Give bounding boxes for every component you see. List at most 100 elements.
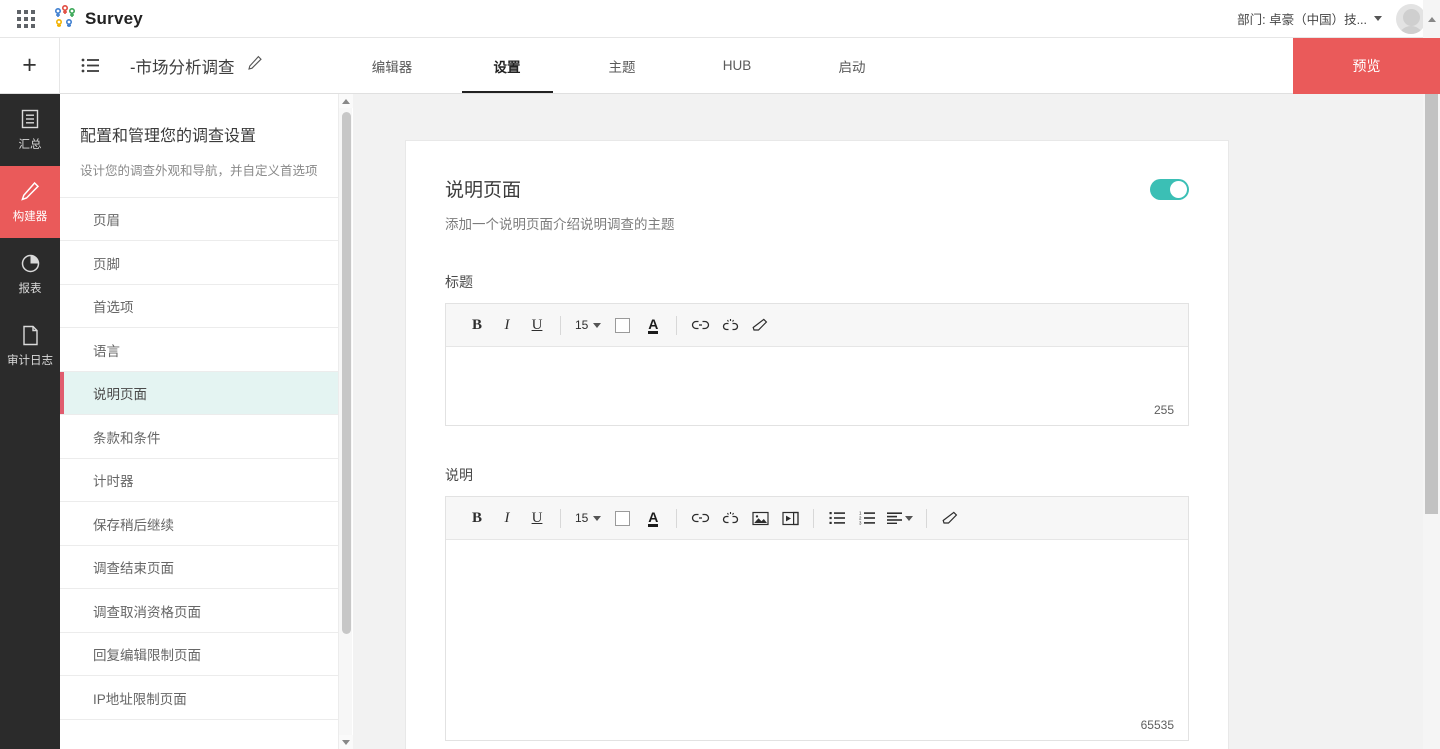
top-bar-right: 部门: 卓豪（中国）技... <box>1237 3 1440 34</box>
page-subtitle: 添加一个说明页面介绍说明调查的主题 <box>445 217 675 232</box>
pencil-icon[interactable] <box>247 55 263 76</box>
scroll-down-arrow-icon[interactable] <box>339 735 353 749</box>
description-input-area[interactable]: 65535 <box>446 540 1188 740</box>
clear-format-button[interactable] <box>745 310 775 340</box>
sidebar-item-header[interactable]: 页眉 <box>60 197 351 242</box>
title-input-area[interactable]: 255 <box>446 347 1188 425</box>
remove-link-button[interactable] <box>715 503 745 533</box>
tab-hub[interactable]: HUB <box>680 38 795 93</box>
font-size-select[interactable]: 15 <box>569 310 607 340</box>
left-rail: 汇总 构建器 报表 审计日志 <box>0 94 60 749</box>
settings-sidebar: 配置和管理您的调查设置 设计您的调查外观和导航，并自定义首选项 页眉 页脚 首选… <box>60 94 352 749</box>
main-tabs: 编辑器 设置 主题 HUB 启动 <box>335 38 910 93</box>
description-editor-toolbar: B I U 15 A 1 2 3 <box>446 497 1188 540</box>
sidebar-scrollbar-thumb[interactable] <box>341 112 351 634</box>
sidebar-subtitle: 设计您的调查外观和导航，并自定义首选项 <box>80 164 318 178</box>
top-bar: Survey 部门: 卓豪（中国）技... <box>0 0 1440 38</box>
survey-title-group: -市场分析调查 <box>120 38 263 93</box>
insert-link-button[interactable] <box>685 310 715 340</box>
numbered-list-button[interactable]: 1 2 3 <box>852 503 882 533</box>
preview-button[interactable]: 预览 <box>1293 38 1440 94</box>
tab-editor[interactable]: 编辑器 <box>335 38 450 93</box>
sidebar-scrollbar[interactable] <box>338 94 353 749</box>
survey-logo-icon <box>52 3 78 34</box>
bullet-list-button[interactable] <box>822 503 852 533</box>
insert-image-button[interactable] <box>745 503 775 533</box>
sidebar-item-terms-conditions[interactable]: 条款和条件 <box>60 415 351 459</box>
insert-link-button[interactable] <box>685 503 715 533</box>
italic-button[interactable]: I <box>492 503 522 533</box>
underline-button[interactable]: U <box>522 503 552 533</box>
sidebar-item-timer[interactable]: 计时器 <box>60 458 351 503</box>
sidebar-item-ip-restriction-page[interactable]: IP地址限制页面 <box>60 676 351 720</box>
summary-icon <box>20 108 40 130</box>
add-button[interactable]: + <box>0 38 60 93</box>
sidebar-item-language[interactable]: 语言 <box>60 328 351 372</box>
survey-toolbar: + -市场分析调查 编辑器 设置 主题 HUB 启动 预览 <box>0 38 1440 94</box>
title-editor: B I U 15 A 255 <box>445 303 1189 426</box>
department-selector[interactable]: 部门: 卓豪（中国）技... <box>1237 9 1382 28</box>
sidebar-title: 配置和管理您的调查设置 <box>80 128 257 145</box>
avatar[interactable] <box>1396 3 1426 34</box>
toolbar-divider <box>560 508 561 528</box>
tab-launch[interactable]: 启动 <box>795 38 910 93</box>
sidebar-item-end-page[interactable]: 调查结束页面 <box>60 545 351 590</box>
apps-grid-icon[interactable] <box>0 9 52 28</box>
instruction-page-toggle[interactable] <box>1150 179 1189 200</box>
clear-format-button[interactable] <box>935 503 965 533</box>
page-title: 说明页面 <box>445 180 522 201</box>
insert-video-button[interactable] <box>775 503 805 533</box>
bold-button[interactable]: B <box>462 310 492 340</box>
toggle-knob <box>1170 181 1187 198</box>
instruction-page-card: 说明页面 添加一个说明页面介绍说明调查的主题 标题 B I U 15 A 255… <box>405 140 1229 749</box>
rail-item-label: 汇总 <box>18 139 42 151</box>
pencil-icon <box>20 180 41 202</box>
toolbar-divider <box>926 508 928 528</box>
document-icon <box>21 324 40 346</box>
text-color-button[interactable]: A <box>638 310 668 340</box>
page-scrollbar-top-cap[interactable] <box>1423 0 1440 38</box>
pie-chart-icon <box>20 252 41 274</box>
description-editor: B I U 15 A 1 2 3 65535 <box>445 496 1189 741</box>
text-color-button[interactable]: A <box>638 503 668 533</box>
sidebar-item-footer[interactable]: 页脚 <box>60 241 351 285</box>
align-dropdown-button[interactable] <box>882 503 918 533</box>
page-scrollbar[interactable] <box>1423 94 1440 749</box>
title-editor-toolbar: B I U 15 A <box>446 304 1188 347</box>
font-size-value: 15 <box>575 511 589 525</box>
chevron-down-icon <box>1374 16 1382 21</box>
sidebar-item-response-edit-page[interactable]: 回复编辑限制页面 <box>60 632 351 677</box>
list-icon[interactable] <box>60 38 120 93</box>
survey-settings-app: Survey 部门: 卓豪（中国）技... + -市场分析调查 编辑器 设置 主… <box>0 0 1440 749</box>
description-field-label: 说明 <box>445 467 473 483</box>
rail-item-label: 构建器 <box>12 211 48 223</box>
sidebar-header: 配置和管理您的调查设置 设计您的调查外观和导航，并自定义首选项 <box>60 94 351 197</box>
rail-item-reports[interactable]: 报表 <box>0 238 60 310</box>
remove-link-button[interactable] <box>715 310 745 340</box>
underline-button[interactable]: U <box>522 310 552 340</box>
chevron-down-icon <box>593 322 602 328</box>
rail-item-label: 审计日志 <box>7 355 53 367</box>
sidebar-item-save-continue[interactable]: 保存稍后继续 <box>60 502 351 546</box>
sidebar-item-preferences[interactable]: 首选项 <box>60 284 351 329</box>
rail-item-audit-log[interactable]: 审计日志 <box>0 310 60 382</box>
tab-theme[interactable]: 主题 <box>565 38 680 93</box>
scroll-up-arrow-icon[interactable] <box>339 94 353 108</box>
background-color-swatch[interactable] <box>615 317 631 333</box>
scroll-up-arrow-icon[interactable] <box>1427 16 1436 22</box>
background-color-swatch[interactable] <box>615 510 631 526</box>
rail-item-summary[interactable]: 汇总 <box>0 94 60 166</box>
toolbar-divider <box>813 508 815 528</box>
bold-button[interactable]: B <box>462 503 492 533</box>
rail-item-builder[interactable]: 构建器 <box>0 166 60 238</box>
sidebar-item-disqualify-page[interactable]: 调查取消资格页面 <box>60 589 351 633</box>
title-field-label: 标题 <box>445 274 473 290</box>
main-content: 说明页面 添加一个说明页面介绍说明调查的主题 标题 B I U 15 A 255… <box>353 94 1423 749</box>
tab-settings[interactable]: 设置 <box>450 38 565 93</box>
sidebar-item-instruction-page[interactable]: 说明页面 <box>60 371 351 416</box>
brand[interactable]: Survey <box>52 3 143 34</box>
font-size-select[interactable]: 15 <box>569 503 607 533</box>
italic-button[interactable]: I <box>492 310 522 340</box>
page-scrollbar-thumb[interactable] <box>1425 94 1438 514</box>
department-label: 部门: 卓豪（中国）技... <box>1237 13 1367 27</box>
